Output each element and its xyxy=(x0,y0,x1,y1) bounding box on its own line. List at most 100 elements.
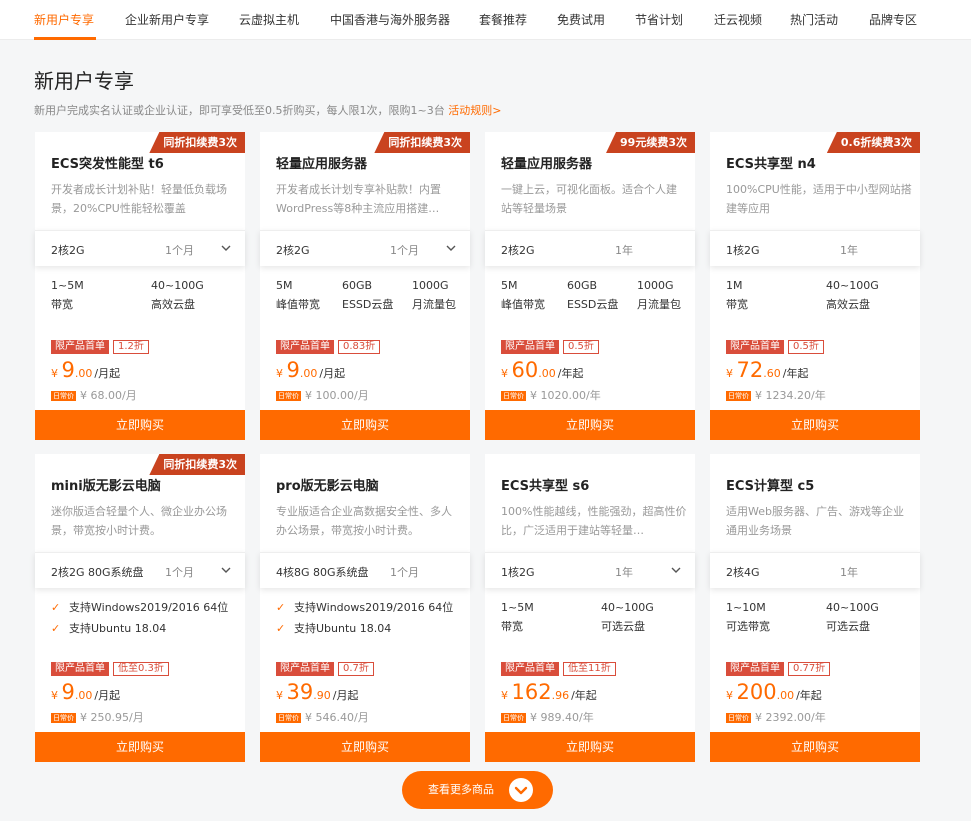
original-price-value: ¥ 250.95/月 xyxy=(80,711,144,724)
product-description: 一键上云，可视化面板。适合个人建站等轻量场景 xyxy=(501,183,677,215)
product-description: 开发者成长计划专享补贴款！内置WordPress等8种主流应用搭建… xyxy=(276,183,441,215)
attribute-value: 40~100G xyxy=(826,601,879,614)
spec-selector[interactable]: 2核2G 1年 xyxy=(485,230,695,266)
buy-now-button[interactable]: 立即购买 xyxy=(710,410,920,440)
attribute-label: ESSD云盘 xyxy=(342,298,394,311)
nav-tab[interactable]: 企业新用户专享 xyxy=(125,11,209,28)
nav-tab[interactable]: 迁云视频 xyxy=(714,11,762,28)
first-order-tag: 限产品首单 xyxy=(51,340,109,354)
price-integer: 72 xyxy=(736,358,764,382)
product-title: 轻量应用服务器 xyxy=(501,157,593,172)
attribute-value: 60GB xyxy=(567,279,598,292)
spec-selector[interactable]: 2核2G 1个月 xyxy=(260,230,470,266)
discount-tag: 0.5折 xyxy=(788,340,824,354)
price-unit: /月起 xyxy=(94,367,121,380)
feature-text: 支持Ubuntu 18.04 xyxy=(294,622,392,635)
first-order-tag: 限产品首单 xyxy=(276,662,334,676)
first-order-tag: 限产品首单 xyxy=(501,662,559,676)
nav-tab[interactable]: 新用户专享 xyxy=(34,11,94,28)
spec-config: 2核2G xyxy=(51,244,85,257)
attribute-label: 可选带宽 xyxy=(726,620,770,633)
attribute: 60GB ESSD云盘 xyxy=(567,276,618,314)
buy-now-button[interactable]: 立即购买 xyxy=(485,410,695,440)
attribute-label: 峰值带宽 xyxy=(276,298,320,311)
feature-item: ✓ 支持Ubuntu 18.04 xyxy=(276,618,466,639)
price-integer: 9 xyxy=(61,680,75,704)
price-integer: 9 xyxy=(61,358,75,382)
buy-now-button[interactable]: 立即购买 xyxy=(710,732,920,762)
spec-selector[interactable]: 1核2G 1年 xyxy=(485,552,695,588)
spec-selector[interactable]: 2核2G 80G系统盘 1个月 xyxy=(35,552,245,588)
currency-symbol: ¥ xyxy=(501,689,512,702)
chevron-down-icon[interactable] xyxy=(219,240,233,254)
spec-duration: 1年 xyxy=(615,566,633,579)
spec-config: 2核2G xyxy=(501,244,535,257)
attribute-label: 可选云盘 xyxy=(826,620,870,633)
spec-selector[interactable]: 2核4G 1年 xyxy=(710,552,920,588)
product-title: ECS共享型 n4 xyxy=(726,157,816,172)
rules-link[interactable]: 活动规则> xyxy=(448,104,501,117)
more-products-button[interactable]: 查看更多商品 xyxy=(402,771,553,809)
price-unit: /年起 xyxy=(796,689,822,702)
spec-selector[interactable]: 1核2G 1年 xyxy=(710,230,920,266)
product-card: ECS共享型 s6 100%性能越线，性能强劲，超高性价比，广泛适用于建站等轻量…… xyxy=(485,454,695,762)
nav-tab[interactable]: 套餐推荐 xyxy=(479,11,527,28)
spec-selector[interactable]: 2核2G 1个月 xyxy=(35,230,245,266)
attribute: 1M 带宽 xyxy=(726,276,748,314)
buy-now-button[interactable]: 立即购买 xyxy=(485,732,695,762)
buy-now-button[interactable]: 立即购买 xyxy=(35,410,245,440)
daily-price-badge: 日常价 xyxy=(726,713,751,723)
price-decimal: .00 xyxy=(776,689,795,702)
discount-tag: 0.77折 xyxy=(788,662,831,676)
spec-duration: 1年 xyxy=(615,244,633,257)
currency-symbol: ¥ xyxy=(51,689,62,702)
product-description: 专业版适合企业高数据安全性、多人办公场景，带宽按小时计费。 xyxy=(276,505,452,537)
product-description: 适用Web服务器、广告、游戏等企业通用业务场景 xyxy=(726,505,904,537)
spec-duration: 1年 xyxy=(840,566,858,579)
nav-tab[interactable]: 中国香港与海外服务器 xyxy=(330,11,450,28)
original-price-value: ¥ 68.00/月 xyxy=(80,389,137,402)
daily-price-badge: 日常价 xyxy=(51,391,76,401)
buy-now-button[interactable]: 立即购买 xyxy=(260,732,470,762)
nav-tab[interactable]: 热门活动 xyxy=(790,11,838,28)
attribute-value: 5M xyxy=(501,279,518,292)
spec-config: 4核8G 80G系统盘 xyxy=(276,566,369,579)
attribute-label: 峰值带宽 xyxy=(501,298,545,311)
attribute-value: 1000G xyxy=(637,279,674,292)
nav-tab[interactable]: 免费试用 xyxy=(557,11,605,28)
product-title: 轻量应用服务器 xyxy=(276,157,368,172)
product-card: ECS计算型 c5 适用Web服务器、广告、游戏等企业通用业务场景 2核4G 1年 1~… xyxy=(710,454,920,762)
nav-tab[interactable]: 云虚拟主机 xyxy=(239,11,299,28)
product-description: 100%性能越线，性能强劲，超高性价比，广泛适用于建站等轻量… xyxy=(501,505,687,537)
check-icon: ✓ xyxy=(51,622,61,635)
original-price-value: ¥ 989.40/年 xyxy=(530,711,594,724)
spec-selector[interactable]: 4核8G 80G系统盘 1个月 xyxy=(260,552,470,588)
product-title: pro版无影云电脑 xyxy=(276,479,379,494)
price-decimal: .00 xyxy=(538,367,556,380)
spec-duration: 1年 xyxy=(840,244,858,257)
spec-config: 1核2G xyxy=(726,244,760,257)
spec-config: 2核2G xyxy=(276,244,310,257)
check-icon: ✓ xyxy=(51,601,61,614)
chevron-down-icon[interactable] xyxy=(219,562,233,576)
price: ¥ 9.00/月起 xyxy=(51,680,120,704)
attribute: 1~10M 可选带宽 xyxy=(726,598,770,636)
buy-now-button[interactable]: 立即购买 xyxy=(35,732,245,762)
nav-tab[interactable]: 节省计划 xyxy=(635,11,683,28)
price-unit: /月起 xyxy=(94,689,121,702)
promo-tags: 限产品首单 0.83折 xyxy=(276,340,381,354)
attribute: 40~100G 高效云盘 xyxy=(826,276,879,314)
product-description: 迷你版适合轻量个人、微企业办公场景，带宽按小时计费。 xyxy=(51,505,227,537)
chevron-down-icon[interactable] xyxy=(444,240,458,254)
promo-tags: 限产品首单 低至0.3折 xyxy=(51,662,169,676)
original-price: 日常价 ¥ 250.95/月 xyxy=(51,709,144,725)
chevron-down-icon[interactable] xyxy=(669,562,683,576)
original-price-value: ¥ 1020.00/年 xyxy=(530,389,601,402)
buy-now-button[interactable]: 立即购买 xyxy=(260,410,470,440)
nav-tab[interactable]: 品牌专区 xyxy=(869,11,917,28)
attribute-label: 带宽 xyxy=(726,298,748,311)
price-unit: /年起 xyxy=(782,367,809,380)
price-decimal: .00 xyxy=(299,367,318,380)
attribute: 40~100G 可选云盘 xyxy=(826,598,879,636)
promo-tags: 限产品首单 0.5折 xyxy=(726,340,824,354)
